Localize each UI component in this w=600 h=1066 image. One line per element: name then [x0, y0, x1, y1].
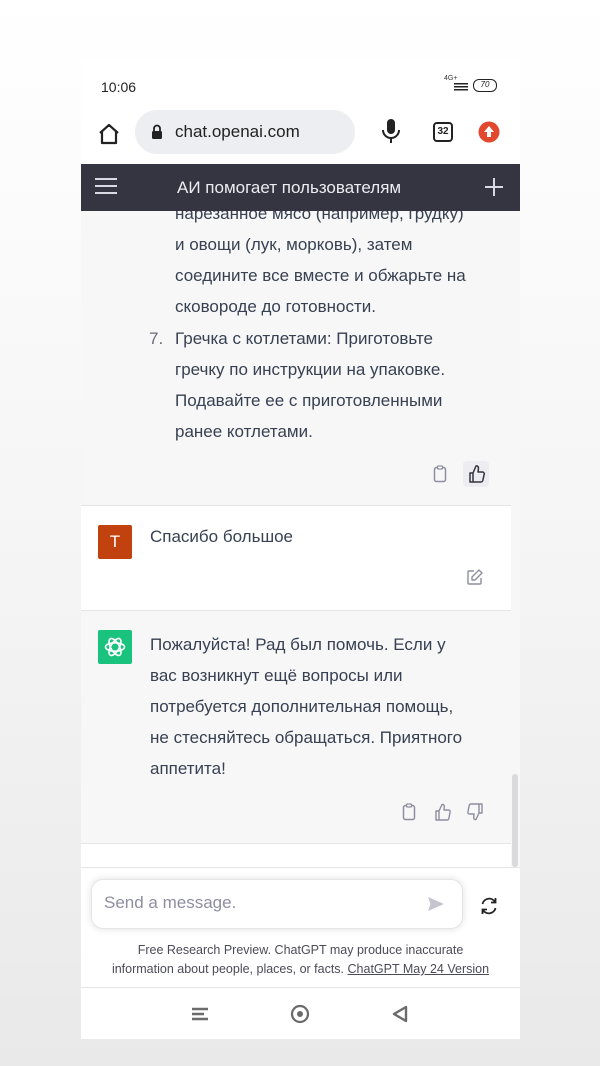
- regenerate-icon[interactable]: [479, 896, 499, 916]
- scrollbar-thumb[interactable]: [512, 774, 518, 867]
- signal-icon: 4G+: [444, 75, 470, 92]
- disclaimer: Free Research Preview. ChatGPT may produ…: [81, 941, 520, 979]
- message-line: не стесняйтесь обращаться. Приятного: [150, 728, 463, 747]
- android-nav-bar: [81, 987, 520, 1039]
- disclaimer-text: information about people, places, or fac…: [111, 962, 345, 976]
- message-line: потребуется дополнительная помощь,: [150, 697, 454, 716]
- message-line: вас возникнут ещё вопросы или: [150, 666, 403, 685]
- user-avatar: T: [98, 525, 132, 559]
- browser-toolbar: chat.openai.com 32: [81, 108, 520, 164]
- user-message: T Спасибо большое: [81, 506, 511, 610]
- thumbs-up-icon: [469, 465, 485, 483]
- send-icon[interactable]: [426, 894, 446, 914]
- message-line: и овощи (лук, морковь), затем: [175, 235, 413, 254]
- tab-switcher-button[interactable]: 32: [433, 122, 453, 142]
- chatgpt-logo-icon: [98, 630, 132, 664]
- update-badge-icon[interactable]: [478, 121, 500, 143]
- phone-screen: 10:06 4G+ 70 chat.openai.com 32 АИ помог…: [81, 62, 520, 1039]
- version-link[interactable]: ChatGPT May 24 Version: [348, 962, 490, 976]
- address-bar[interactable]: chat.openai.com: [135, 110, 355, 154]
- divider: [81, 843, 511, 844]
- message-line: соедините все вместе и обжарьте на: [175, 266, 466, 285]
- microphone-icon[interactable]: [381, 118, 401, 144]
- menu-recents-icon[interactable]: [189, 1003, 211, 1025]
- new-chat-plus-icon[interactable]: [484, 177, 504, 197]
- copy-icon[interactable]: [400, 803, 418, 821]
- thumbs-up-button[interactable]: [463, 461, 489, 487]
- home-circle-icon[interactable]: [289, 1003, 311, 1025]
- message-line: сковороде до готовности.: [175, 297, 376, 316]
- avatar-letter: T: [109, 532, 121, 551]
- url-text: chat.openai.com: [175, 122, 300, 141]
- message-input[interactable]: [104, 893, 404, 913]
- disclaimer-line-1: Free Research Preview. ChatGPT may produ…: [137, 943, 464, 957]
- user-message-text: Спасибо большое: [150, 527, 293, 546]
- thumbs-up-icon[interactable]: [434, 803, 452, 821]
- chat-header: АИ помогает пользователям: [81, 164, 520, 211]
- message-line: ранее котлетами.: [175, 422, 313, 441]
- lock-icon: [151, 124, 163, 140]
- home-icon[interactable]: [97, 122, 121, 146]
- status-bar: 10:06 4G+ 70: [81, 62, 520, 108]
- battery-icon: 70: [473, 79, 497, 92]
- chat-thread: нарезанное мясо (например, грудку) и ово…: [81, 211, 511, 867]
- status-time: 10:06: [101, 79, 137, 95]
- list-number: 7.: [149, 329, 164, 348]
- assistant-message-reply: Пожалуйста! Рад был помочь. Если у вас в…: [81, 611, 511, 843]
- copy-icon[interactable]: [431, 465, 449, 483]
- back-triangle-icon[interactable]: [389, 1003, 411, 1025]
- tab-count: 32: [437, 126, 449, 137]
- composer-area: Free Research Preview. ChatGPT may produ…: [81, 867, 520, 987]
- message-line: Подавайте ее с приготовленными: [175, 391, 443, 410]
- hamburger-menu-icon[interactable]: [95, 178, 117, 196]
- message-line: нарезанное мясо (например, грудку): [175, 211, 464, 223]
- network-type: 4G+: [444, 75, 458, 82]
- assistant-message-previous: нарезанное мясо (например, грудку) и ово…: [81, 211, 511, 505]
- disclaimer-line-2: information about people, places, or fac…: [81, 960, 520, 979]
- scrollbar-track[interactable]: [511, 211, 520, 867]
- message-line: Гречка с котлетами: Приготовьте: [175, 329, 434, 348]
- message-input-box: [91, 879, 463, 929]
- chat-title: АИ помогает пользователям: [177, 178, 402, 197]
- thumbs-down-icon[interactable]: [466, 803, 484, 821]
- message-line: Пожалуйста! Рад был помочь. Если у: [150, 635, 446, 654]
- message-line: гречку по инструкции на упаковке.: [175, 360, 446, 379]
- battery-level: 70: [480, 80, 490, 89]
- message-line: аппетита!: [150, 759, 226, 778]
- edit-icon[interactable]: [466, 568, 484, 586]
